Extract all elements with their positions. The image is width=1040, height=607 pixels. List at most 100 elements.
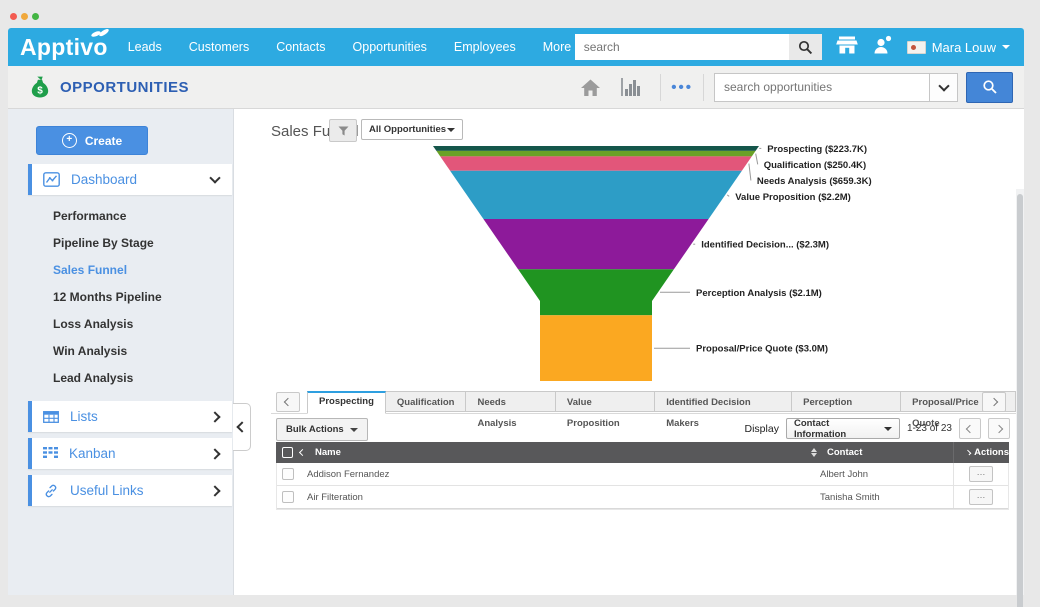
tabs-scroll-left-button[interactable]: [276, 392, 300, 412]
funnel-stage-label: Value Proposition ($2.2M): [735, 192, 851, 203]
table-row[interactable]: Air Filteration Tanisha Smith …: [277, 486, 1008, 509]
window-minimize-button[interactable]: [21, 13, 28, 20]
user-menu[interactable]: Mara Louw: [907, 40, 1010, 55]
global-search-button[interactable]: [789, 34, 822, 60]
bulk-actions-button[interactable]: Bulk Actions: [276, 418, 368, 441]
sidebar-item-performance[interactable]: Performance: [8, 203, 233, 230]
tab-identified-decision-makers[interactable]: Identified Decision Makers: [654, 391, 792, 412]
chevron-down-icon: [884, 427, 892, 431]
sidebar-item-win-analysis[interactable]: Win Analysis: [8, 338, 233, 365]
opportunity-search-input[interactable]: [715, 74, 929, 101]
select-all-checkbox[interactable]: [282, 447, 293, 458]
column-header-actions[interactable]: Actions: [953, 442, 1009, 463]
display-mode-dropdown[interactable]: Contact Information: [786, 418, 900, 439]
leaf-icon: [90, 29, 110, 38]
funnel-callout-line: [756, 154, 758, 165]
app-store-icon[interactable]: [835, 35, 859, 60]
funnel-stage-4[interactable]: [483, 219, 708, 269]
funnel-stage-5[interactable]: [518, 269, 674, 315]
vertical-scrollbar[interactable]: [1016, 189, 1024, 595]
home-button[interactable]: [571, 78, 610, 97]
scrollbar-thumb[interactable]: [1017, 194, 1023, 607]
chevron-down-icon: [211, 177, 219, 182]
sidebar-item-label: Lists: [70, 409, 98, 424]
nav-item-employees[interactable]: Employees: [454, 40, 516, 54]
tab-qualification[interactable]: Qualification: [385, 391, 467, 412]
funnel-stage-3[interactable]: [450, 171, 742, 219]
nav-item-customers[interactable]: Customers: [189, 40, 249, 54]
cell-name[interactable]: Air Filteration: [307, 492, 820, 503]
opportunity-scope-dropdown[interactable]: All Opportunities: [361, 119, 463, 140]
tab-value-proposition[interactable]: Value Proposition: [555, 391, 655, 412]
tab-perception-analysis[interactable]: Perception Analysis: [791, 391, 901, 412]
bar-chart-icon: [619, 77, 641, 97]
sidebar-collapse-handle[interactable]: [233, 403, 251, 451]
sidebar-item-12-months-pipeline[interactable]: 12 Months Pipeline: [8, 284, 233, 311]
divider: [660, 74, 661, 101]
row-checkbox[interactable]: [282, 491, 294, 503]
sidebar-item-label: Dashboard: [71, 172, 137, 187]
row-actions-button[interactable]: …: [969, 489, 993, 505]
filter-button[interactable]: [329, 119, 357, 142]
chevron-left-icon: [284, 398, 292, 406]
stage-tabs: Prospecting Qualification Needs Analysis…: [307, 391, 1016, 414]
window-close-button[interactable]: [10, 13, 17, 20]
chevron-right-icon: [211, 413, 219, 421]
search-scope-dropdown[interactable]: [929, 74, 957, 101]
sidebar-item-dashboard[interactable]: Dashboard: [28, 164, 232, 195]
line-chart-icon: [43, 172, 60, 187]
reports-button[interactable]: [610, 77, 650, 97]
topbar-right-group: Mara Louw: [575, 28, 1010, 66]
sidebar-item-pipeline-by-stage[interactable]: Pipeline By Stage: [8, 230, 233, 257]
column-header-contact[interactable]: Contact: [827, 447, 953, 458]
country-flag-icon: [907, 41, 926, 54]
sidebar-item-lead-analysis[interactable]: Lead Analysis: [8, 365, 233, 392]
contacts-notification-icon[interactable]: [872, 34, 894, 60]
nav-item-opportunities[interactable]: Opportunities: [353, 40, 427, 54]
sidebar-item-loss-analysis[interactable]: Loss Analysis: [8, 311, 233, 338]
filter-funnel-icon: [338, 126, 349, 136]
divider: [703, 74, 704, 101]
pagination-prev-button[interactable]: [959, 418, 981, 439]
funnel-stage-2[interactable]: [440, 156, 752, 170]
table-header: Name Contact Actions: [276, 442, 1009, 463]
create-button[interactable]: + Create: [36, 126, 148, 155]
funnel-stage-label: Perception Analysis ($2.1M): [696, 288, 822, 299]
global-search-input[interactable]: [575, 34, 789, 60]
nav-item-leads[interactable]: Leads: [128, 40, 162, 54]
chevron-right-icon: [990, 398, 998, 406]
stage-tabs-row: Prospecting Qualification Needs Analysis…: [271, 391, 1016, 414]
apptivo-logo[interactable]: Apptivo: [20, 28, 108, 66]
funnel-stage-6[interactable]: [540, 315, 652, 381]
tab-prospecting[interactable]: Prospecting: [307, 391, 386, 414]
row-actions-button[interactable]: …: [969, 466, 993, 482]
sidebar-item-sales-funnel[interactable]: Sales Funnel: [8, 257, 233, 284]
cell-name[interactable]: Addison Fernandez: [307, 469, 820, 480]
nav-item-contacts[interactable]: Contacts: [276, 40, 325, 54]
more-options-button[interactable]: •••: [671, 74, 693, 101]
user-name: Mara Louw: [932, 40, 996, 55]
chevron-down-icon: [938, 80, 949, 91]
chevron-right-icon: [211, 487, 219, 495]
sidebar-item-kanban[interactable]: Kanban: [28, 438, 232, 469]
chevron-down-icon: [447, 128, 455, 132]
sidebar-item-lists[interactable]: Lists: [28, 401, 232, 432]
tabs-scroll-right-button[interactable]: [982, 392, 1006, 412]
collapse-column-icon[interactable]: [299, 449, 306, 456]
sort-icon[interactable]: [811, 448, 817, 457]
funnel-stage-1[interactable]: [436, 151, 755, 157]
row-checkbox[interactable]: [282, 468, 294, 480]
window-maximize-button[interactable]: [32, 13, 39, 20]
sales-funnel-chart: Prospecting ($223.7K)Qualification ($250…: [414, 143, 1014, 387]
table-body: Addison Fernandez Albert John … Air Filt…: [276, 463, 1009, 510]
funnel-stage-0[interactable]: [433, 146, 759, 151]
sidebar-item-useful-links[interactable]: Useful Links: [28, 475, 232, 506]
chevron-right-icon: [211, 450, 219, 458]
table-row[interactable]: Addison Fernandez Albert John …: [277, 463, 1008, 486]
opportunity-search-button[interactable]: [966, 72, 1013, 103]
desktop-background: Apptivo Leads Customers Contacts Opportu…: [0, 0, 1040, 607]
tab-needs-analysis[interactable]: Needs Analysis: [465, 391, 555, 412]
pagination-next-button[interactable]: [988, 418, 1010, 439]
appbar-right-group: •••: [571, 66, 1013, 108]
column-header-name[interactable]: Name: [315, 447, 827, 458]
